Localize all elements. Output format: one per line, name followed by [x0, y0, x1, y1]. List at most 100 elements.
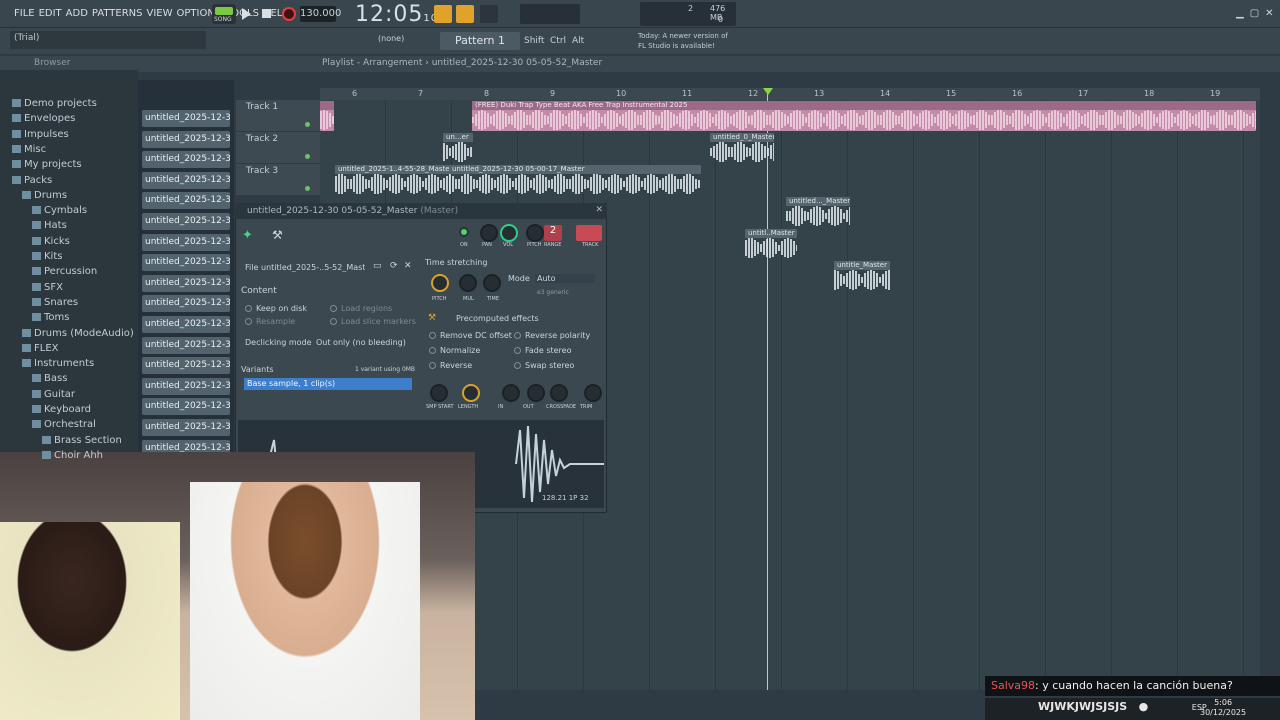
browser-item[interactable]: Instruments [0, 356, 138, 371]
channel-button[interactable]: untitled_2025-12-30 04-... [142, 213, 230, 230]
stop-icon[interactable] [262, 9, 271, 18]
browser-item[interactable]: Kits [0, 249, 138, 264]
range-display[interactable]: 2 [544, 225, 562, 241]
reload-icon[interactable]: ⟳ [390, 261, 398, 271]
menu-view[interactable]: VIEW [147, 8, 173, 19]
bottom-knob[interactable] [502, 384, 520, 402]
channel-button[interactable]: untitled_2025-12-30 04-... [142, 419, 230, 436]
browser-item[interactable]: Demo projects [0, 96, 138, 111]
browser-item[interactable]: Brass Section [0, 433, 138, 448]
channel-button[interactable]: untitled_2025-12-30 04-... [142, 398, 230, 416]
effect-option[interactable]: Normalize [429, 346, 480, 355]
shift-button[interactable]: Shift [524, 36, 544, 46]
channel-button[interactable]: untitled_2025-12-30 04-... [142, 254, 230, 272]
effect-option[interactable]: Swap stereo [514, 361, 574, 370]
channel-button[interactable]: untitled_2025-12-30 04-... [142, 192, 230, 210]
stretch-time-knob[interactable] [483, 274, 501, 292]
minimize-icon[interactable]: ▁ [1236, 8, 1250, 19]
tempo-display[interactable]: 130.000 [300, 6, 341, 22]
browser-item[interactable]: Drums (ModeAudio) [0, 326, 138, 341]
menu-file[interactable]: FILE [14, 8, 35, 19]
effect-option[interactable]: Reverse polarity [514, 331, 590, 340]
stretch-mul-knob[interactable] [459, 274, 477, 292]
resample-option[interactable]: Resample [245, 317, 295, 326]
alt-button[interactable]: Alt [572, 36, 584, 46]
browser-item[interactable]: Toms [0, 310, 138, 325]
browser-item[interactable]: Misc [0, 142, 138, 157]
audio-clip[interactable]: untitled_0_Master [710, 133, 774, 163]
browser-item[interactable]: Guitar [0, 387, 138, 402]
browser-item[interactable]: Cymbals [0, 203, 138, 218]
snap-selector[interactable]: (none) [378, 34, 426, 48]
browser-item[interactable]: Snares [0, 295, 138, 310]
browser-item[interactable]: Hats [0, 218, 138, 233]
audio-clip[interactable]: un...er [443, 133, 473, 163]
bottom-knob[interactable] [430, 384, 448, 402]
wrench-icon[interactable]: ⚒ [272, 228, 283, 242]
channel-button[interactable]: untitled_2025-12-30 04-... [142, 130, 230, 148]
declicking-dropdown[interactable]: Out only (no bleeding) [316, 338, 406, 347]
channel-button[interactable]: untitled_2025-12-30 04-... [142, 316, 230, 333]
load-slice-markers-option[interactable]: Load slice markers [330, 317, 416, 326]
folder-icon[interactable]: ▭ [373, 261, 382, 271]
taskbar-clock[interactable]: 5:06 30/12/2025 [1200, 698, 1246, 718]
track-mute-led[interactable] [305, 154, 310, 159]
browser-item[interactable]: Packs [0, 173, 138, 188]
pattern-selector[interactable]: Pattern 1 [440, 32, 520, 50]
loop-record-icon[interactable] [480, 5, 498, 23]
audio-clip[interactable]: untitle_Master [834, 261, 890, 291]
bottom-knob[interactable] [584, 384, 602, 402]
effect-option[interactable]: Remove DC offset [429, 331, 512, 340]
audio-clip[interactable] [320, 101, 334, 131]
browser-item[interactable]: Drums [0, 188, 138, 203]
file-name[interactable]: untitled_2025-..5-52_Master.wav [261, 263, 365, 272]
channel-button[interactable]: untitled_2025-12-30 04-... [142, 336, 230, 354]
track-header[interactable]: Track 2 [236, 132, 320, 163]
channel-button[interactable]: untitled_2025-12-30 04-... [142, 274, 230, 292]
browser-item[interactable]: SFX [0, 280, 138, 295]
channel-button[interactable]: untitled_2025-12-30 04-... [142, 110, 230, 127]
menu-patterns[interactable]: PATTERNS [92, 8, 143, 19]
menu-add[interactable]: ADD [66, 8, 88, 19]
pitch-knob[interactable] [526, 224, 544, 242]
channel-button[interactable]: untitled_2025-12-30 04-... [142, 357, 230, 375]
channel-button[interactable]: untitled_2025-12-30 04-... [142, 171, 230, 189]
audio-clip[interactable]: untitled..._Master [786, 197, 850, 227]
mode-dropdown[interactable]: Auto [535, 274, 595, 283]
close-icon[interactable]: ✕ [1265, 8, 1279, 19]
audio-clip[interactable]: untitl..Master [745, 229, 797, 259]
channel-button[interactable]: untitled_2025-12-30 04-... [142, 295, 230, 313]
audio-clip-close-icon[interactable]: ✕ [595, 205, 603, 215]
file-close-icon[interactable]: ✕ [404, 261, 412, 271]
audio-clip[interactable]: untitled_2025-1..4-55-28_Master [335, 165, 450, 195]
track-mute-led[interactable] [305, 186, 310, 191]
song-position[interactable]: 12:0510 [355, 2, 438, 27]
news-panel[interactable]: Today: A newer version of FL Studio is a… [638, 31, 736, 51]
on-led[interactable] [459, 227, 469, 237]
variant-list-item[interactable]: Base sample, 1 clip(s) [244, 378, 412, 390]
effect-option[interactable]: Fade stereo [514, 346, 571, 355]
channel-button[interactable]: untitled_2025-12-30 04-... [142, 233, 230, 251]
browser-item[interactable]: Envelopes [0, 111, 138, 126]
playhead-marker[interactable] [763, 88, 773, 95]
audio-clip-titlebar[interactable]: untitled_2025-12-30 05-05-52_Master (Mas… [235, 203, 607, 219]
bottom-knob[interactable] [550, 384, 568, 402]
browser-item[interactable]: Percussion [0, 264, 138, 279]
stretch-pitch-knob[interactable] [431, 274, 449, 292]
precomputed-wrench-icon[interactable]: ⚒ [428, 313, 436, 323]
audio-clip[interactable]: (FREE) Duki Trap Type Beat AKA Free Trap… [472, 101, 1256, 131]
browser-item[interactable]: Keyboard [0, 402, 138, 417]
track-selector[interactable] [576, 225, 602, 241]
bottom-knob[interactable] [527, 384, 545, 402]
audio-clip[interactable]: untitled_2025-12-30 05-00-17_Master [449, 165, 701, 195]
channel-button[interactable]: untitled_2025-12-30 04-... [142, 377, 230, 395]
channel-button[interactable]: untitled_2025-12-30 04-... [142, 151, 230, 169]
browser-item[interactable]: Orchestral [0, 417, 138, 432]
effect-option[interactable]: Reverse [429, 361, 472, 370]
play-icon[interactable] [242, 8, 251, 20]
browser-item[interactable]: Impulses [0, 127, 138, 142]
maximize-icon[interactable]: ▢ [1250, 8, 1265, 19]
ctrl-button[interactable]: Ctrl [550, 36, 566, 46]
browser-item[interactable]: My projects [0, 157, 138, 172]
record-icon[interactable] [282, 7, 296, 21]
